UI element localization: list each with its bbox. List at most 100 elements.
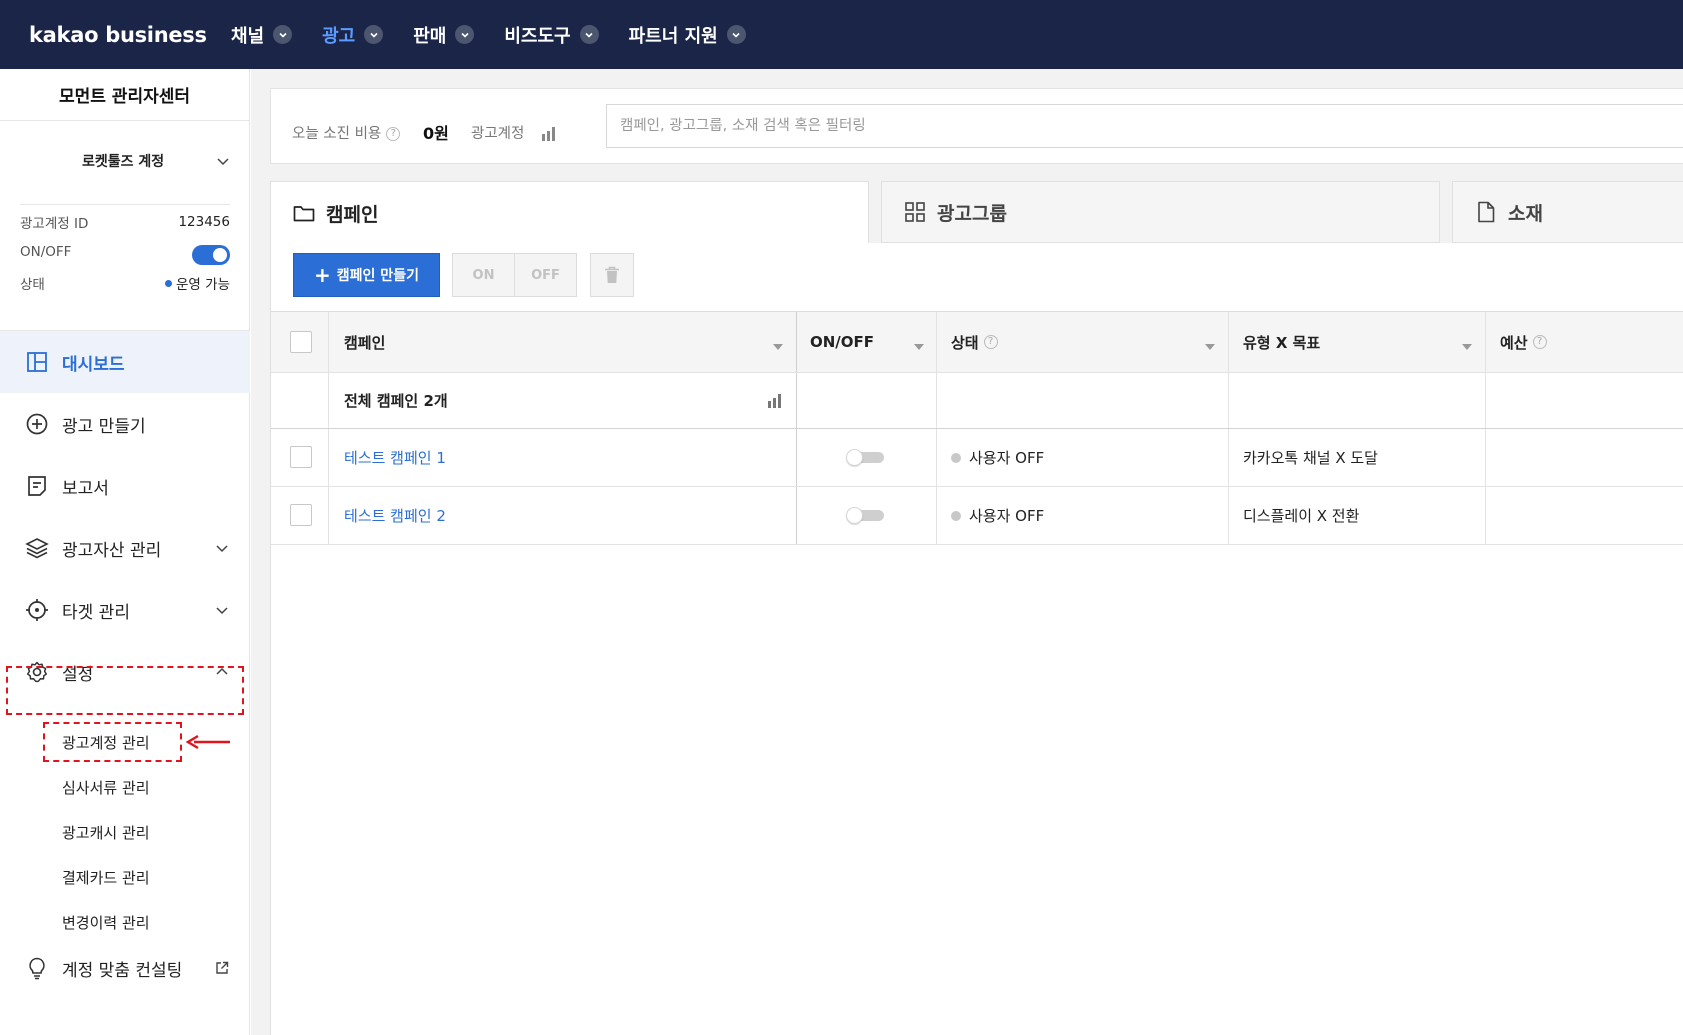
campaign-onoff-toggle[interactable] bbox=[846, 507, 886, 524]
status-dot-icon bbox=[951, 452, 961, 463]
search-input[interactable] bbox=[606, 104, 1683, 148]
tab-campaign[interactable]: 캠페인 bbox=[270, 181, 869, 244]
sidebar-item-report[interactable]: 보고서 bbox=[0, 455, 250, 517]
report-icon bbox=[28, 476, 46, 496]
sidebar-item-label: 타겟 관리 bbox=[62, 602, 130, 623]
chevron-down-icon bbox=[455, 25, 475, 44]
help-icon[interactable]: ? bbox=[1532, 335, 1547, 349]
tab-label: 캠페인 bbox=[326, 203, 379, 226]
column-divider bbox=[328, 487, 329, 544]
submenu-change-history[interactable]: 변경이력 관리 bbox=[62, 912, 150, 933]
campaign-status-cell: 사용자 OFF bbox=[951, 487, 1044, 544]
tab-adgroup[interactable]: 광고그룹 bbox=[881, 181, 1440, 243]
plus-circle-icon bbox=[26, 413, 48, 435]
column-divider bbox=[936, 429, 937, 486]
column-header-status[interactable]: 상태? bbox=[951, 312, 998, 372]
on-button[interactable]: ON bbox=[453, 254, 514, 296]
account-id-label: 광고계정 ID bbox=[20, 216, 89, 232]
table-row: 테스트 캠페인 2 사용자 OFF 디스플레이 X 전환 bbox=[271, 487, 1683, 545]
campaign-panel: + 캠페인 만들기 ON OFF 캠페인 ON/OFF 상태? 유형 X 목표 … bbox=[270, 243, 1683, 1035]
campaign-name-link[interactable]: 테스트 캠페인 1 bbox=[344, 447, 446, 468]
submenu-payment-card[interactable]: 결제카드 관리 bbox=[62, 867, 150, 888]
account-onoff-label: ON/OFF bbox=[20, 244, 72, 260]
delete-button[interactable] bbox=[590, 253, 634, 297]
sidebar-item-create-ad[interactable]: 광고 만들기 bbox=[0, 393, 250, 455]
nav-item-partner-support[interactable]: 파트너 지원 bbox=[629, 22, 746, 48]
trash-icon bbox=[605, 266, 619, 283]
main-content: 오늘 소진 비용? 0원 광고계정 캠페인 광고그룹 소재 + 캠페인 만들기 O… bbox=[251, 69, 1683, 1035]
column-divider bbox=[1485, 312, 1486, 372]
bar-chart-icon[interactable] bbox=[767, 393, 783, 408]
column-divider bbox=[1228, 429, 1229, 486]
column-header-label: 유형 X 목표 bbox=[1243, 333, 1321, 352]
off-button[interactable]: OFF bbox=[514, 254, 576, 296]
sidebar-item-ad-assets[interactable]: 광고자산 관리 bbox=[0, 517, 250, 579]
sidebar-item-dashboard[interactable]: 대시보드 bbox=[0, 331, 250, 393]
account-selector[interactable]: 로켓툴즈 계정 bbox=[0, 141, 250, 181]
column-divider bbox=[796, 487, 797, 544]
column-header-label: 캠페인 bbox=[344, 333, 386, 352]
submenu-review-documents[interactable]: 심사서류 관리 bbox=[62, 777, 150, 798]
summary-bar: 오늘 소진 비용? 0원 광고계정 bbox=[270, 88, 1683, 164]
select-all-checkbox[interactable] bbox=[290, 331, 312, 353]
total-campaign-count: 전체 캠페인 2개 bbox=[344, 373, 448, 428]
column-divider bbox=[1228, 487, 1229, 544]
layers-icon bbox=[25, 538, 49, 559]
column-header-label: ON/OFF bbox=[810, 333, 875, 351]
plus-icon: + bbox=[314, 263, 331, 287]
highlight-settings-box bbox=[6, 666, 244, 715]
nav-item-label: 판매 bbox=[413, 25, 447, 47]
sidebar-item-consulting[interactable]: 계정 맞춤 컨설팅 bbox=[0, 937, 250, 999]
account-onoff-row: ON/OFF bbox=[20, 239, 230, 265]
folder-icon bbox=[293, 206, 315, 222]
row-checkbox[interactable] bbox=[290, 504, 312, 526]
column-header-onoff[interactable]: ON/OFF bbox=[810, 312, 874, 372]
tab-label: 소재 bbox=[1508, 202, 1543, 225]
sort-caret-icon[interactable] bbox=[914, 344, 924, 350]
column-header-campaign[interactable]: 캠페인 bbox=[344, 312, 385, 372]
submenu-ad-cash[interactable]: 광고캐시 관리 bbox=[62, 822, 150, 843]
column-header-budget[interactable]: 예산? bbox=[1500, 312, 1547, 372]
column-divider bbox=[1485, 487, 1486, 544]
sidebar-item-target[interactable]: 타겟 관리 bbox=[0, 579, 250, 641]
bar-chart-icon[interactable] bbox=[541, 126, 557, 141]
column-divider bbox=[936, 487, 937, 544]
row-checkbox[interactable] bbox=[290, 446, 312, 468]
nav-item-channel[interactable]: 채널 bbox=[231, 22, 293, 48]
column-divider bbox=[796, 373, 797, 428]
lightbulb-icon bbox=[29, 957, 45, 980]
column-divider bbox=[1485, 429, 1486, 486]
sidebar: 모먼트 관리자센터 로켓툴즈 계정 광고계정 ID 123456 ON/OFF … bbox=[0, 69, 250, 1035]
column-divider bbox=[936, 373, 937, 428]
account-status-label: 상태 bbox=[20, 277, 45, 293]
account-id-value: 123456 bbox=[178, 214, 230, 230]
sort-caret-icon[interactable] bbox=[773, 344, 783, 350]
sort-caret-icon[interactable] bbox=[1205, 344, 1215, 350]
account-status-value: 운영 가능 bbox=[176, 277, 230, 293]
sort-caret-icon[interactable] bbox=[1462, 344, 1472, 350]
nav-item-sales[interactable]: 판매 bbox=[413, 22, 475, 48]
tab-creative[interactable]: 소재 bbox=[1452, 181, 1683, 243]
column-header-type-goal[interactable]: 유형 X 목표 bbox=[1243, 312, 1320, 372]
campaign-type-goal-cell: 디스플레이 X 전환 bbox=[1243, 507, 1360, 525]
account-onoff-toggle[interactable] bbox=[192, 245, 230, 265]
external-link-icon bbox=[216, 961, 229, 974]
account-id-row: 광고계정 ID 123456 bbox=[20, 212, 230, 232]
chevron-down-icon bbox=[216, 545, 228, 553]
help-icon[interactable]: ? bbox=[386, 127, 401, 141]
nav-item-biztools[interactable]: 비즈도구 bbox=[504, 22, 599, 48]
column-divider bbox=[1485, 373, 1486, 428]
sidebar-item-label: 광고 만들기 bbox=[62, 416, 146, 437]
campaign-name-cell: 테스트 캠페인 2 bbox=[344, 487, 446, 544]
help-icon[interactable]: ? bbox=[983, 335, 998, 349]
status-dot-icon bbox=[165, 279, 173, 287]
column-divider bbox=[1228, 312, 1229, 372]
document-icon bbox=[1478, 201, 1495, 223]
column-divider bbox=[936, 312, 937, 372]
create-campaign-button[interactable]: + 캠페인 만들기 bbox=[293, 253, 440, 297]
campaign-name-link[interactable]: 테스트 캠페인 2 bbox=[344, 505, 446, 526]
ad-account-label: 광고계정 bbox=[471, 126, 525, 142]
nav-item-ads[interactable]: 광고 bbox=[322, 22, 384, 48]
kakao-business-logo[interactable]: kakao business bbox=[29, 23, 229, 47]
campaign-onoff-toggle[interactable] bbox=[846, 449, 886, 466]
